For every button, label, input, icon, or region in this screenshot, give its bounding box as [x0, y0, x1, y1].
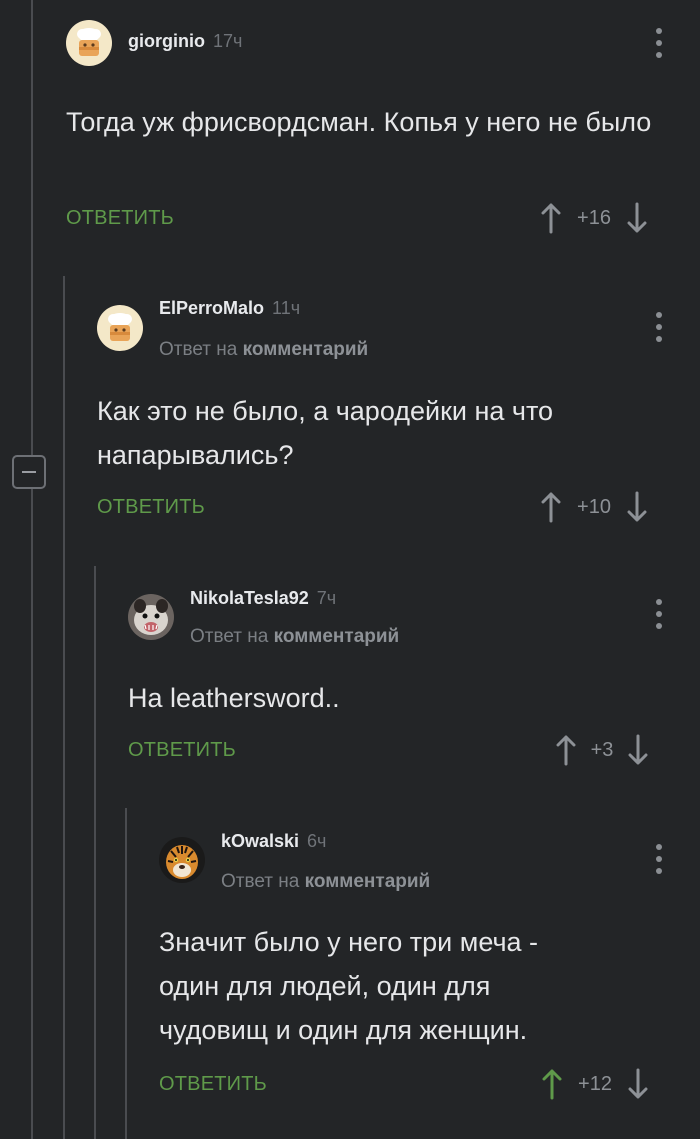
upvote-arrow-icon[interactable]	[541, 1068, 563, 1100]
username[interactable]: giorginio 17ч	[128, 31, 242, 52]
reply-to-comment-link[interactable]: комментарий	[305, 871, 431, 892]
comment-score: +3	[590, 738, 614, 761]
reply-to-info: Ответ на комментарий	[190, 626, 399, 648]
chef-hat-avatar-icon	[97, 305, 143, 351]
reply-to-prefix: Ответ на	[159, 339, 238, 360]
username-text[interactable]: giorginio	[128, 31, 205, 51]
comment-menu-button[interactable]	[653, 312, 665, 342]
thread-line-level-3	[94, 566, 96, 1139]
comment-text: Тогда уж фрисвордсман. Копья у него не б…	[66, 107, 652, 137]
reply-to-comment-link[interactable]: комментарий	[243, 339, 369, 360]
reply-button[interactable]: ОТВЕТИТЬ	[66, 207, 174, 230]
username[interactable]: kOwalski 6ч	[221, 831, 326, 852]
vote-controls: +10	[540, 490, 648, 524]
reply-to-info: Ответ на комментарий	[159, 339, 368, 361]
vote-controls: +3	[555, 733, 649, 767]
reply-button[interactable]: ОТВЕТИТЬ	[159, 1073, 267, 1096]
chef-hat-avatar-icon	[66, 20, 112, 66]
minus-icon	[22, 471, 36, 473]
comment: kOwalski 6ч Ответ на комментарий Значит б…	[159, 808, 700, 1139]
upvote-arrow-icon[interactable]	[540, 491, 562, 523]
comment-score: +12	[578, 1072, 612, 1095]
comment-menu-button[interactable]	[653, 844, 665, 874]
username[interactable]: NikolaTesla92 7ч	[190, 588, 336, 609]
upvote-arrow-icon[interactable]	[540, 202, 562, 234]
thread-line-level-4	[125, 808, 127, 1139]
comment-menu-button[interactable]	[653, 599, 665, 629]
reply-to-info: Ответ на комментарий	[221, 871, 430, 893]
downvote-arrow-icon[interactable]	[627, 1068, 649, 1100]
comment-time: 7ч	[316, 588, 337, 608]
upvote-arrow-icon[interactable]	[555, 734, 577, 766]
comment: ElPerroMalo 11ч Ответ на комментарий Как …	[97, 276, 700, 566]
avatar[interactable]	[159, 837, 205, 883]
comment-score: +16	[577, 206, 611, 229]
reply-to-prefix: Ответ на	[190, 626, 269, 647]
opossum-avatar-icon	[128, 594, 174, 640]
vote-controls: +12	[541, 1067, 649, 1101]
reply-button[interactable]: ОТВЕТИТЬ	[97, 496, 205, 519]
comment: NikolaTesla92 7ч Ответ на комментарий На …	[128, 566, 700, 808]
reply-button[interactable]: ОТВЕТИТЬ	[128, 739, 236, 762]
username-text[interactable]: ElPerroMalo	[159, 298, 264, 318]
comment-time: 11ч	[272, 298, 301, 318]
username-text[interactable]: kOwalski	[221, 831, 299, 851]
reply-to-comment-link[interactable]: комментарий	[274, 626, 400, 647]
comment: giorginio 17ч Тогда уж фрисвордсман. Копь…	[66, 0, 700, 270]
comment-menu-button[interactable]	[653, 28, 665, 58]
username-text[interactable]: NikolaTesla92	[190, 588, 309, 608]
comment-text: Как это не было, а чародейки на что напа…	[97, 396, 554, 470]
comment-text: На leathersword..	[128, 683, 340, 713]
comment-time: 17ч	[212, 31, 243, 51]
comment-time: 6ч	[307, 831, 327, 851]
avatar[interactable]	[128, 594, 174, 640]
tiger-avatar-icon	[159, 837, 205, 883]
downvote-arrow-icon[interactable]	[627, 734, 649, 766]
reply-to-prefix: Ответ на	[221, 871, 300, 892]
downvote-arrow-icon[interactable]	[626, 202, 648, 234]
comment-score: +10	[577, 495, 611, 518]
avatar[interactable]	[97, 305, 143, 351]
username[interactable]: ElPerroMalo 11ч	[159, 298, 300, 319]
avatar[interactable]	[66, 20, 112, 66]
thread-line-level-2	[63, 276, 65, 1139]
comment-text: Значит было у него три меча - один для л…	[159, 927, 539, 1045]
vote-controls: +16	[540, 201, 648, 235]
collapse-thread-button[interactable]	[12, 455, 46, 489]
thread-line-level-1	[31, 0, 33, 1139]
downvote-arrow-icon[interactable]	[626, 491, 648, 523]
